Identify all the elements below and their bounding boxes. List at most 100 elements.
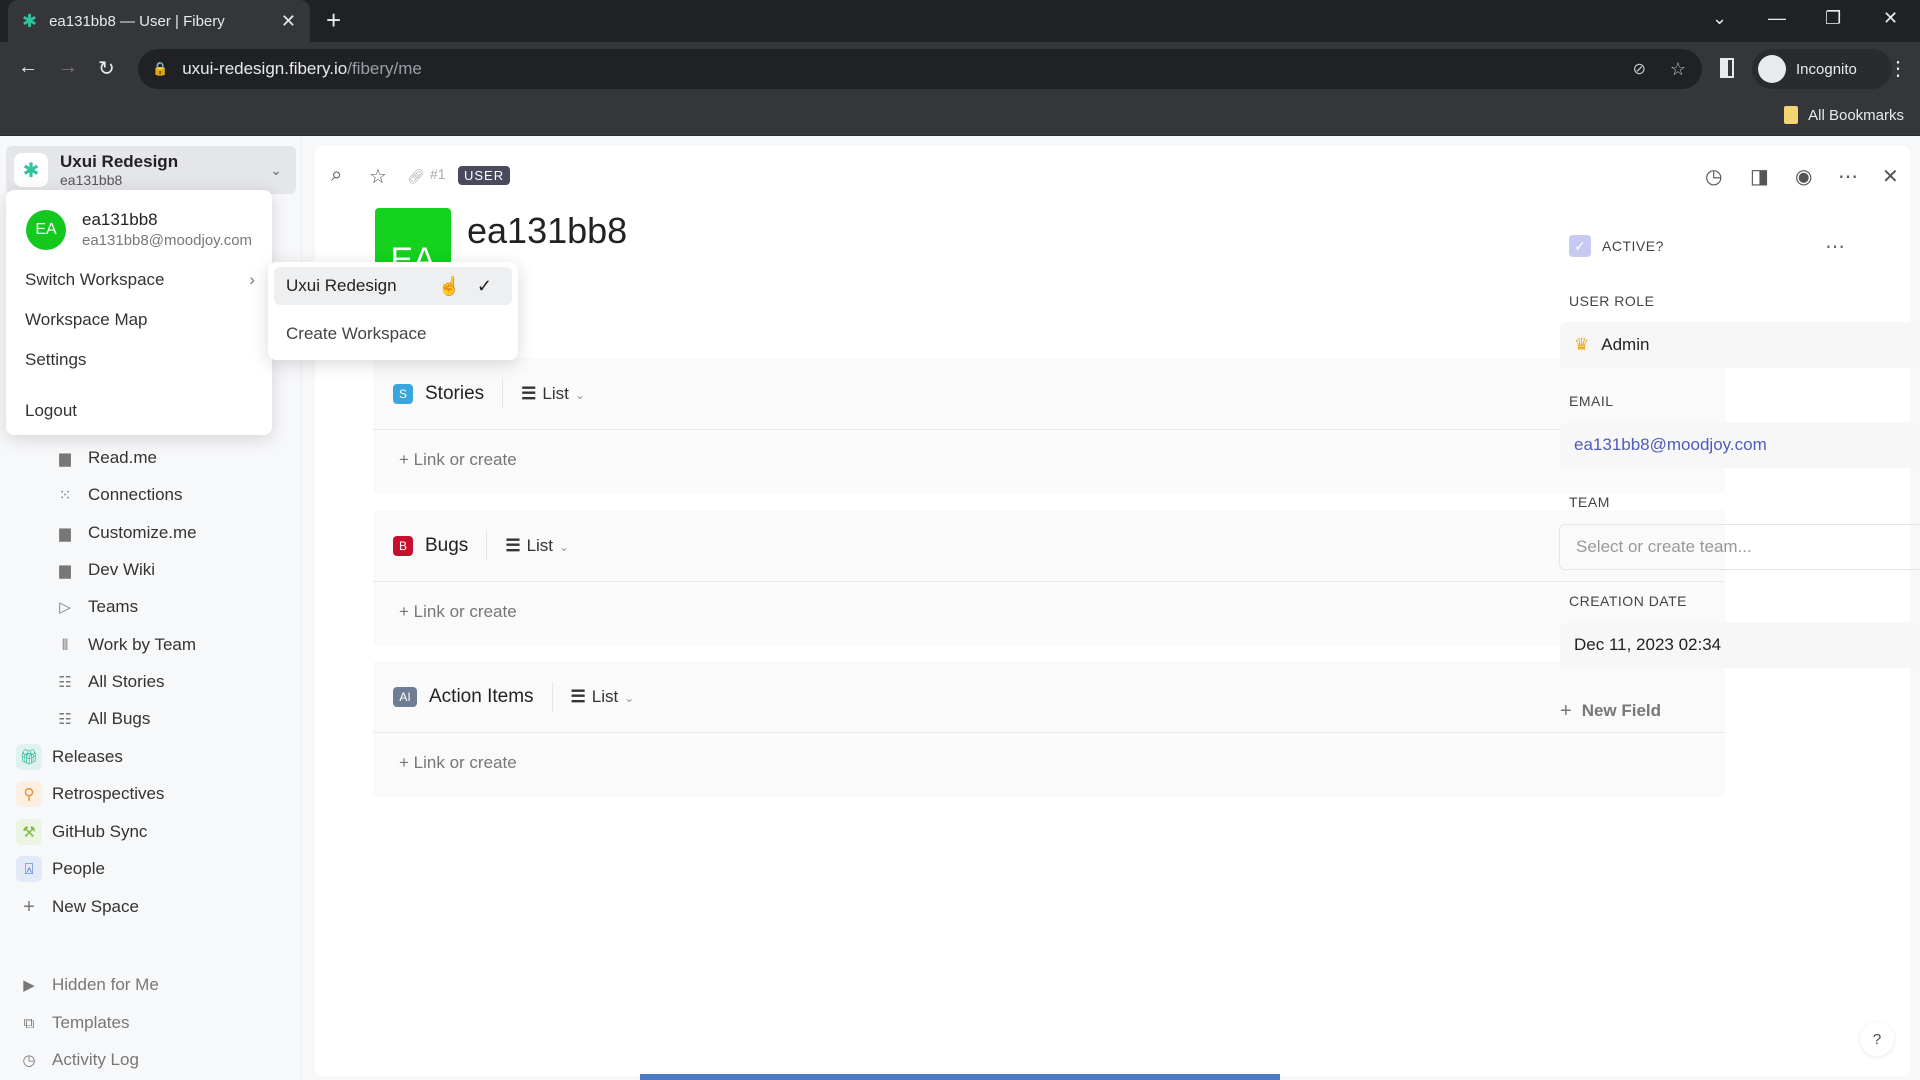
- sidebar-item-connections[interactable]: ⁙ Connections: [52, 480, 183, 510]
- favorite-star-icon[interactable]: ☆: [369, 164, 387, 189]
- triangle-icon: ▷: [59, 599, 71, 616]
- view-selector[interactable]: ☰ List ⌄: [521, 384, 585, 404]
- link-or-create-button[interactable]: + Link or create: [399, 602, 517, 622]
- workspace-logo-icon: ✱: [14, 153, 48, 187]
- active-checkbox[interactable]: ✓: [1569, 235, 1591, 257]
- plus-icon: +: [399, 450, 414, 469]
- link-icon[interactable]: 🔗︎: [407, 168, 425, 185]
- menu-item-switch-workspace[interactable]: Switch Workspace ›: [25, 270, 255, 290]
- view-selector[interactable]: ☰ List ⌄: [505, 536, 569, 556]
- incognito-profile[interactable]: Incognito: [1752, 49, 1892, 89]
- team-select[interactable]: Select or create team...⌄: [1559, 524, 1920, 570]
- workspace-option-selected[interactable]: Uxui Redesign ✓: [274, 267, 512, 305]
- sidebar-item-readme[interactable]: ▆ Read.me: [52, 443, 157, 473]
- team-label: TEAM: [1569, 494, 1610, 510]
- entity-id[interactable]: #1: [430, 166, 446, 182]
- menu-item-workspace-map[interactable]: Workspace Map: [25, 310, 148, 330]
- hidden-for-me[interactable]: ▶ Hidden for Me: [16, 970, 159, 1000]
- bookmarks-bar: All Bookmarks: [0, 96, 1920, 136]
- menu-user-email: ea131bb8@moodjoy.com: [82, 232, 253, 249]
- sidebar-item-label: All Bugs: [88, 709, 151, 728]
- back-icon[interactable]: ←: [18, 56, 38, 79]
- sidebar-item-label: Read.me: [88, 448, 157, 467]
- restore-button[interactable]: ❐: [1825, 8, 1841, 29]
- footer-label: Templates: [52, 1013, 130, 1032]
- entity-title[interactable]: ea131bb8: [467, 210, 627, 252]
- browser-menu-icon[interactable]: ⋮: [1888, 56, 1908, 81]
- search-icon[interactable]: ⌕: [331, 164, 342, 187]
- link-or-create-button[interactable]: + Link or create: [399, 753, 517, 773]
- menu-item-logout[interactable]: Logout: [25, 401, 77, 421]
- new-space-button[interactable]: + New Space: [16, 892, 139, 922]
- sidebar-item-all-bugs[interactable]: ☷ All Bugs: [52, 704, 150, 734]
- create-workspace-button[interactable]: Create Workspace: [286, 324, 426, 344]
- action-items-type-icon: AI: [393, 686, 417, 707]
- templates[interactable]: ⧉ Templates: [16, 1008, 130, 1038]
- more-options-icon[interactable]: ⋯: [1838, 164, 1858, 189]
- help-button[interactable]: ?: [1860, 1022, 1894, 1056]
- account-menu: EA ea131bb8 ea131bb8@moodjoy.com Switch …: [6, 190, 272, 435]
- plus-icon: +: [399, 602, 414, 621]
- reload-icon[interactable]: ↻: [98, 56, 115, 81]
- sidebar-item-label: Teams: [88, 597, 139, 616]
- address-bar-row: ← → ↻ 🔒 uxui-redesign.fibery.io/fibery/m…: [0, 42, 1920, 96]
- close-panel-icon[interactable]: ✕: [1882, 164, 1899, 189]
- incognito-icon: [1758, 55, 1786, 83]
- horizontal-scrollbar[interactable]: [640, 1074, 1280, 1080]
- new-tab-button[interactable]: +: [326, 6, 341, 34]
- link-or-create-button[interactable]: + Link or create: [399, 450, 517, 470]
- activity-log[interactable]: ◷ Activity Log: [16, 1045, 138, 1075]
- sidebar-item-work-by-team[interactable]: ⦀ Work by Team: [52, 630, 196, 660]
- url-bar[interactable]: 🔒 uxui-redesign.fibery.io/fibery/me ⊘ ☆: [138, 49, 1702, 89]
- fibery-favicon-icon: ✱: [22, 10, 38, 31]
- view-selector[interactable]: ☰ List ⌄: [571, 687, 635, 707]
- eye-off-icon[interactable]: ⊘: [1633, 59, 1646, 79]
- user-role-field[interactable]: ♛ Admin: [1560, 322, 1920, 368]
- sidebar-item-dev-wiki[interactable]: ▆ Dev Wiki: [52, 555, 155, 585]
- browser-tab-bar: ✱ ea131bb8 — User | Fibery ✕ + ⌄ — ❐ ✕: [0, 0, 1920, 42]
- sidebar-item-label: All Stories: [88, 672, 165, 691]
- side-panel-icon[interactable]: [1720, 58, 1734, 78]
- tab-search-icon[interactable]: ⌄: [1712, 8, 1727, 29]
- space-releases[interactable]: 🎁︎ Releases: [16, 742, 123, 772]
- minimize-button[interactable]: —: [1768, 8, 1786, 29]
- entity-panel: ⌕ ☆ 🔗︎ #1 USER EA ea131bb8 S Stories ☰ Li…: [315, 146, 1920, 1076]
- creation-date-label: CREATION DATE: [1569, 593, 1687, 609]
- email-field[interactable]: ea131bb8@moodjoy.com: [1560, 422, 1920, 468]
- new-field-button[interactable]: + New Field: [1560, 688, 1920, 734]
- space-label: Releases: [52, 747, 123, 766]
- space-label: People: [52, 859, 105, 878]
- layout-panel-icon[interactable]: ◨: [1750, 164, 1769, 189]
- templates-icon: ⧉: [23, 1014, 35, 1032]
- menu-item-settings[interactable]: Settings: [25, 350, 86, 370]
- bookmark-star-icon[interactable]: ☆: [1670, 59, 1686, 80]
- plus-icon: +: [399, 753, 414, 772]
- creation-date-field[interactable]: Dec 11, 2023 02:34: [1560, 622, 1920, 668]
- toggle-icon[interactable]: ◉: [1795, 164, 1812, 189]
- field-more-icon[interactable]: ⋯: [1825, 234, 1845, 259]
- space-people[interactable]: ⍓ People: [16, 854, 105, 884]
- workspace-switcher[interactable]: ✱ Uxui Redesign ea131bb8 ⌄: [6, 146, 296, 194]
- close-tab-icon[interactable]: ✕: [281, 11, 296, 32]
- bugs-type-icon: B: [393, 535, 413, 556]
- workspace-user: ea131bb8: [60, 172, 123, 188]
- close-window-button[interactable]: ✕: [1883, 8, 1898, 29]
- sidebar-item-customize[interactable]: ▆ Customize.me: [52, 518, 196, 548]
- email-label: EMAIL: [1569, 393, 1614, 409]
- space-github-sync[interactable]: ⚒ GitHub Sync: [16, 817, 147, 847]
- all-bookmarks[interactable]: All Bookmarks: [1784, 106, 1904, 124]
- sidebar-item-all-stories[interactable]: ☷ All Stories: [52, 667, 165, 697]
- menu-user-name: ea131bb8: [82, 210, 158, 229]
- chevron-down-icon: ⌄: [574, 387, 585, 402]
- section-title: Action Items: [429, 681, 553, 712]
- sidebar-item-teams[interactable]: ▷ Teams: [52, 592, 138, 622]
- browser-tab[interactable]: ✱ ea131bb8 — User | Fibery ✕: [8, 0, 310, 42]
- space-retrospectives[interactable]: ⚲ Retrospectives: [16, 779, 164, 809]
- history-clock-icon[interactable]: ◷: [1705, 164, 1722, 189]
- active-label: ACTIVE?: [1602, 238, 1664, 254]
- grid-icon: ☷: [58, 711, 72, 728]
- section-title: Stories: [425, 378, 504, 409]
- forward-icon[interactable]: →: [58, 56, 78, 79]
- clock-icon: ◷: [22, 1052, 36, 1069]
- section-title: Bugs: [425, 530, 488, 561]
